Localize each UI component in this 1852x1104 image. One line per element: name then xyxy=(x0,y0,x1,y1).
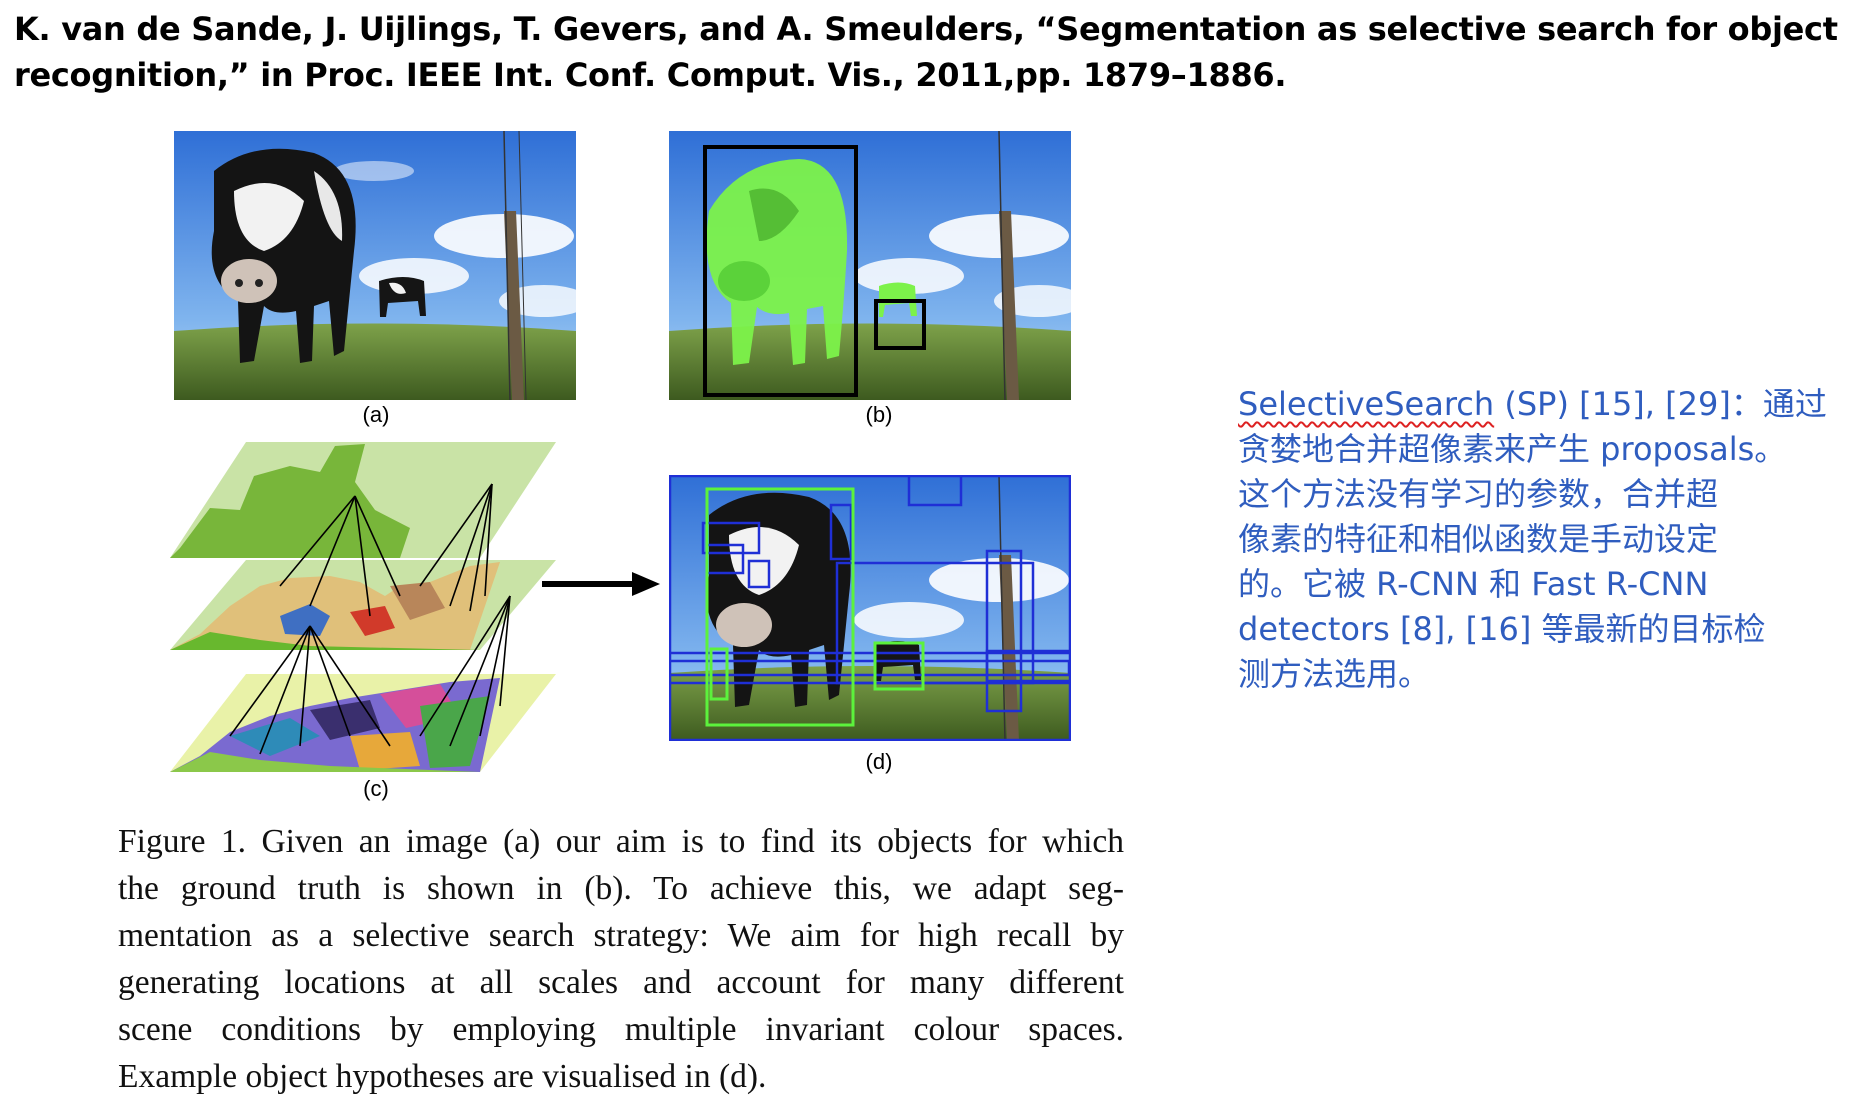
panel-label-d: (d) xyxy=(865,749,893,774)
panel-label-c: (c) xyxy=(363,776,389,801)
panel-label-b: (b) xyxy=(865,402,893,427)
note-line-1: SelectiveSearch (SP) [15], [29]：通过 xyxy=(1238,382,1838,427)
reference-citation: K. van de Sande, J. Uijlings, T. Gevers,… xyxy=(14,6,1838,98)
figure-panel-a-photo xyxy=(174,131,576,400)
note-line-1-rest: (SP) [15], [29]：通过 xyxy=(1494,385,1827,423)
caption-line: scene conditions by employing multiple i… xyxy=(118,1011,1124,1048)
annotation-note: SelectiveSearch (SP) [15], [29]：通过 贪婪地合并… xyxy=(1238,382,1838,697)
figure-panel-d-object-hypotheses xyxy=(669,475,1071,741)
note-line: detectors [8], [16] 等最新的目标检 xyxy=(1238,610,1766,648)
reference-line-1: K. van de Sande, J. Uijlings, T. Gevers,… xyxy=(14,10,1838,48)
figure-caption: Figure 1. Given an image (a) our aim is … xyxy=(118,818,1124,1100)
note-line: 像素的特征和相似函数是手动设定 xyxy=(1238,520,1719,558)
note-line: 这个方法没有学习的参数，合并超 xyxy=(1238,475,1719,513)
arrow-right-icon xyxy=(542,572,660,596)
figure-panel-c-segmentation-layers xyxy=(170,436,570,772)
caption-line: Figure 1. Given an image (a) our aim is … xyxy=(118,823,1124,860)
note-term: SelectiveSearch xyxy=(1238,385,1495,423)
reference-line-2: recognition,” in Proc. IEEE Int. Conf. C… xyxy=(14,56,1287,94)
caption-line: Example object hypotheses are visualised… xyxy=(118,1058,767,1095)
caption-line: generating locations at all scales and a… xyxy=(118,964,1124,1001)
caption-line: mentation as a selective search strategy… xyxy=(118,917,1124,954)
note-line: 测方法选用。 xyxy=(1238,655,1431,693)
caption-line: the ground truth is shown in (b). To ach… xyxy=(118,870,1124,907)
panel-label-a: (a) xyxy=(362,402,390,427)
note-line: 贪婪地合并超像素来产生 proposals。 xyxy=(1238,430,1787,468)
note-line: 的。它被 R-CNN 和 Fast R-CNN xyxy=(1238,565,1709,603)
figure-panel-b-ground-truth xyxy=(669,131,1071,400)
